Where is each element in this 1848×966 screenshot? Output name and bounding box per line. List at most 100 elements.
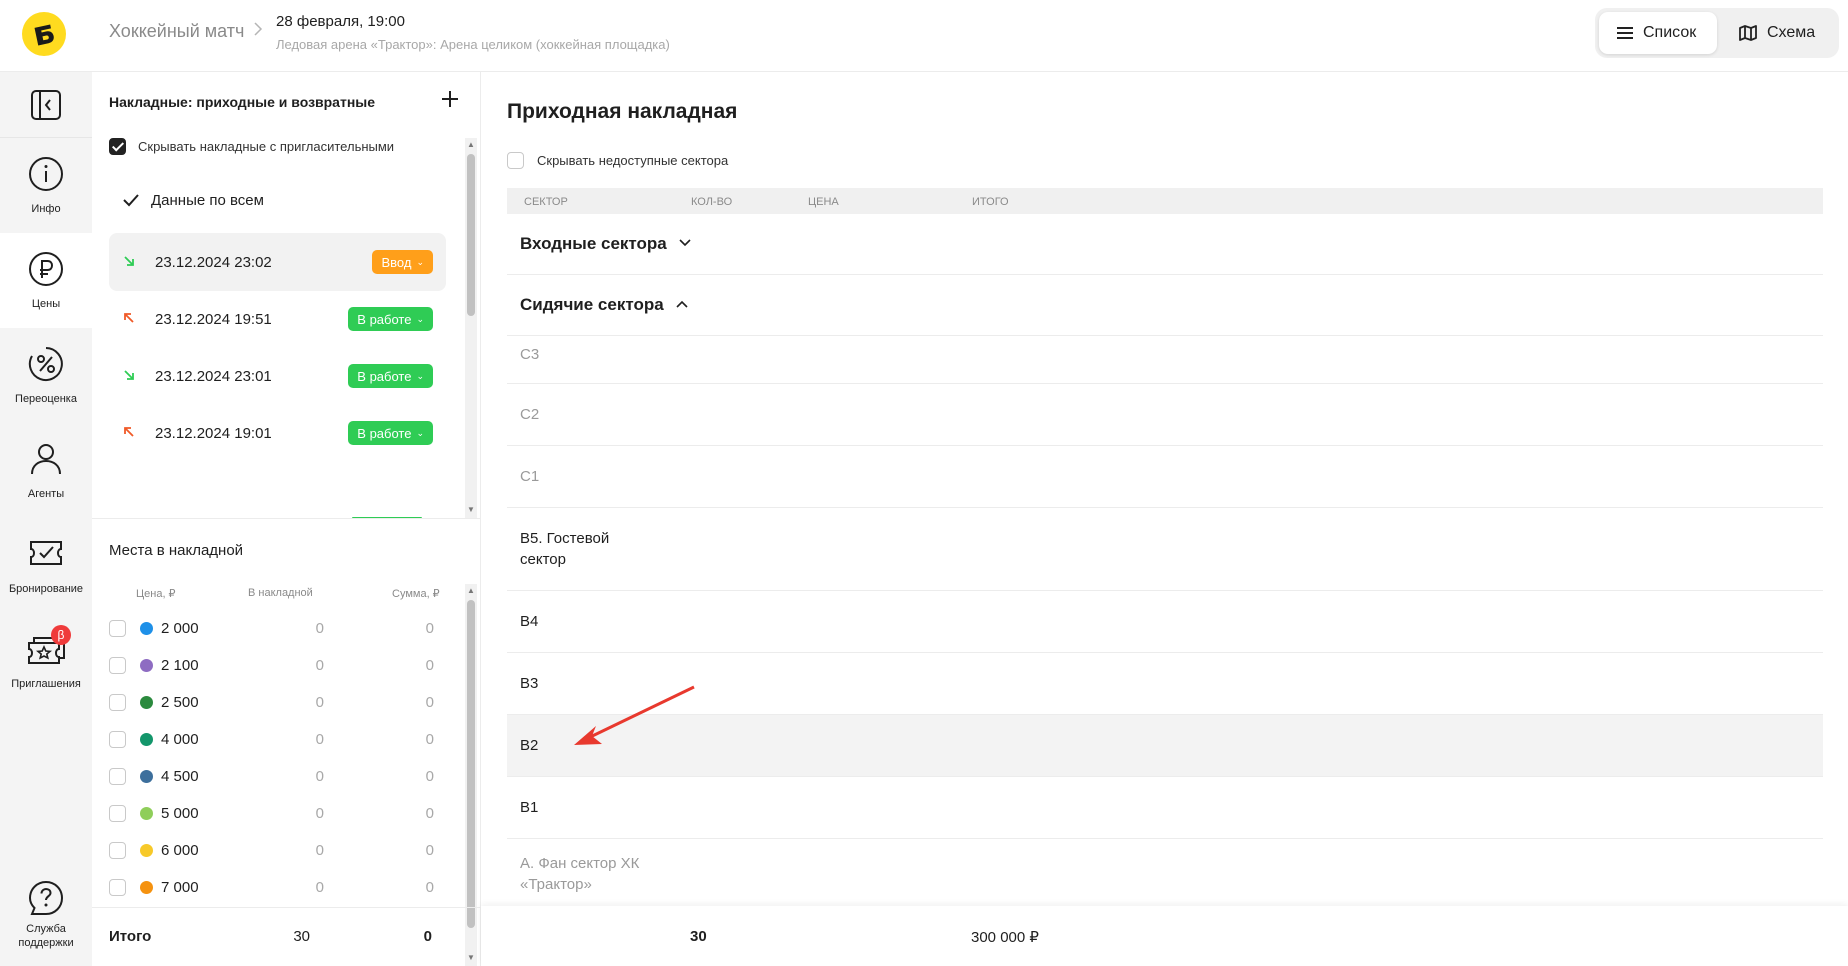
chevron-down-icon: ⌄ (416, 427, 424, 438)
price-checkbox[interactable] (109, 842, 126, 859)
page-title: Приходная накладная (507, 100, 738, 123)
price-row: 2 100 0 0 (109, 647, 443, 684)
hide-invitations-checkbox[interactable] (109, 138, 126, 155)
sector-row[interactable]: C2 (507, 384, 1823, 446)
sector-name: B4 (520, 613, 539, 630)
sum-value: 0 (425, 620, 434, 637)
places-scrollbar[interactable]: ▲ ▼ (465, 584, 477, 966)
hide-unavailable-row: Скрывать недоступные сектора (507, 152, 728, 169)
col-sector-header: СЕКТОР (524, 196, 568, 208)
all-data-item[interactable]: Данные по всем (109, 177, 446, 223)
price-value: 2 100 (161, 657, 199, 674)
nav-item-info[interactable]: Инфо (0, 138, 92, 233)
ruble-icon (29, 251, 63, 286)
price-checkbox[interactable] (109, 731, 126, 748)
scroll-down-icon: ▼ (467, 953, 475, 962)
sector-name: B1 (520, 799, 539, 816)
price-checkbox[interactable] (109, 620, 126, 637)
price-row: 7 000 0 0 (109, 869, 443, 906)
invoice-item[interactable]: 23.12.2024 23:02 Ввод ⌄ (109, 233, 446, 291)
sum-value: 0 (425, 768, 434, 785)
view-list-button[interactable]: Список (1599, 12, 1717, 54)
help-icon (28, 880, 64, 915)
hide-unavailable-label: Скрывать недоступные сектора (537, 153, 729, 168)
sector-row[interactable]: B5. Гостевой сектор (507, 508, 1823, 591)
price-checkbox[interactable] (109, 694, 126, 711)
sum-value: 0 (425, 694, 434, 711)
divider (92, 518, 480, 519)
col-qty-header: КОЛ-ВО (691, 196, 733, 208)
invoice-datetime: 23.12.2024 23:02 (155, 253, 272, 271)
chevron-up-icon (676, 300, 688, 311)
price-checkbox[interactable] (109, 879, 126, 896)
sector-row[interactable]: B3 (507, 653, 1823, 715)
footer-qty: 30 (690, 928, 707, 945)
count-value: 0 (315, 805, 324, 822)
scrollbar-thumb[interactable] (467, 600, 475, 928)
sector-row[interactable]: C3 (507, 336, 1823, 384)
view-scheme-button[interactable]: Схема (1721, 12, 1835, 54)
scrollbar-thumb[interactable] (467, 154, 475, 316)
check-icon (123, 194, 139, 207)
nav-item-agents[interactable]: Агенты (0, 423, 92, 518)
sector-name: A. Фан сектор ХК «Трактор» (520, 855, 640, 893)
price-color-dot (140, 844, 153, 857)
divider (92, 907, 480, 908)
price-color-dot (140, 807, 153, 820)
sector-name: B3 (520, 675, 539, 692)
price-value: 4 000 (161, 731, 199, 748)
status-badge[interactable]: В работе ⌄ (348, 364, 433, 388)
count-value: 0 (315, 768, 324, 785)
status-badge[interactable]: В работе ⌄ (348, 307, 433, 331)
hide-unavailable-checkbox[interactable] (507, 152, 524, 169)
footer-total: 300 000 ₽ (971, 929, 1039, 946)
sector-row[interactable]: C1 (507, 446, 1823, 508)
status-badge[interactable]: Ввод ⌄ (372, 250, 433, 274)
nav-item-label: Переоценка (15, 392, 77, 405)
nav-item-revaluation[interactable]: Переоценка (0, 328, 92, 423)
nav-item-label: Агенты (27, 487, 65, 500)
col-price-header: ЦЕНА (808, 196, 839, 208)
sector-name: B2 (520, 737, 539, 754)
chevron-down-icon: ⌄ (416, 313, 424, 324)
sector-name: C1 (520, 468, 540, 485)
invoice-item[interactable]: 23.12.2024 19:51 В работе ⌄ (109, 290, 446, 348)
price-color-dot (140, 881, 153, 894)
nav-item-prices[interactable]: Цены (0, 233, 92, 328)
price-checkbox[interactable] (109, 657, 126, 674)
price-row: 4 000 0 0 (109, 721, 443, 758)
col-price-header: Цена, ₽ (136, 588, 176, 600)
sector-row[interactable]: B4 (507, 591, 1823, 653)
sector-row[interactable]: A. Фан сектор ХК «Трактор» (507, 839, 1823, 909)
invoice-item[interactable]: 23.12.2024 19:01 В работе ⌄ (109, 404, 446, 462)
sector-row[interactable]: B2 (507, 715, 1823, 777)
group-seated-sectors[interactable]: Сидячие сектора (507, 275, 1823, 336)
status-badge[interactable]: В работе ⌄ (348, 421, 433, 445)
sector-name: C2 (520, 406, 540, 423)
nav-item-support[interactable]: Служба поддержки (0, 864, 92, 966)
group-label: Входные сектора (520, 234, 667, 253)
sector-row[interactable]: B1 (507, 777, 1823, 839)
price-checkbox[interactable] (109, 805, 126, 822)
breadcrumb-event-type[interactable]: Хоккейный матч (109, 21, 244, 42)
price-row: 2 500 0 0 (109, 684, 443, 721)
collapse-panel-button[interactable] (0, 72, 92, 138)
logo-icon[interactable] (22, 12, 66, 56)
event-venue: Ледовая арена «Трактор»: Арена целиком (… (276, 37, 670, 52)
invoices-scrollbar[interactable]: ▲ ▼ (465, 138, 477, 518)
arrow-out-icon (123, 311, 143, 328)
col-sum-header: Сумма, ₽ (392, 588, 440, 600)
group-entrance-sectors[interactable]: Входные сектора (507, 214, 1823, 275)
add-invoice-button[interactable] (437, 86, 463, 112)
map-icon (1739, 25, 1757, 41)
scroll-up-icon: ▲ (467, 140, 475, 149)
sector-name: B5. Гостевой сектор (520, 530, 610, 568)
nav-item-invitations[interactable]: β Приглашения (0, 613, 92, 708)
info-icon (29, 156, 63, 191)
beta-badge: β (51, 625, 71, 645)
nav-item-booking[interactable]: Бронирование (0, 518, 92, 613)
chevron-down-icon: ⌄ (416, 370, 424, 381)
price-checkbox[interactable] (109, 768, 126, 785)
totals-footer: 30 300 000 ₽ (481, 906, 1848, 966)
invoice-item[interactable]: 23.12.2024 23:01 В работе ⌄ (109, 347, 446, 405)
